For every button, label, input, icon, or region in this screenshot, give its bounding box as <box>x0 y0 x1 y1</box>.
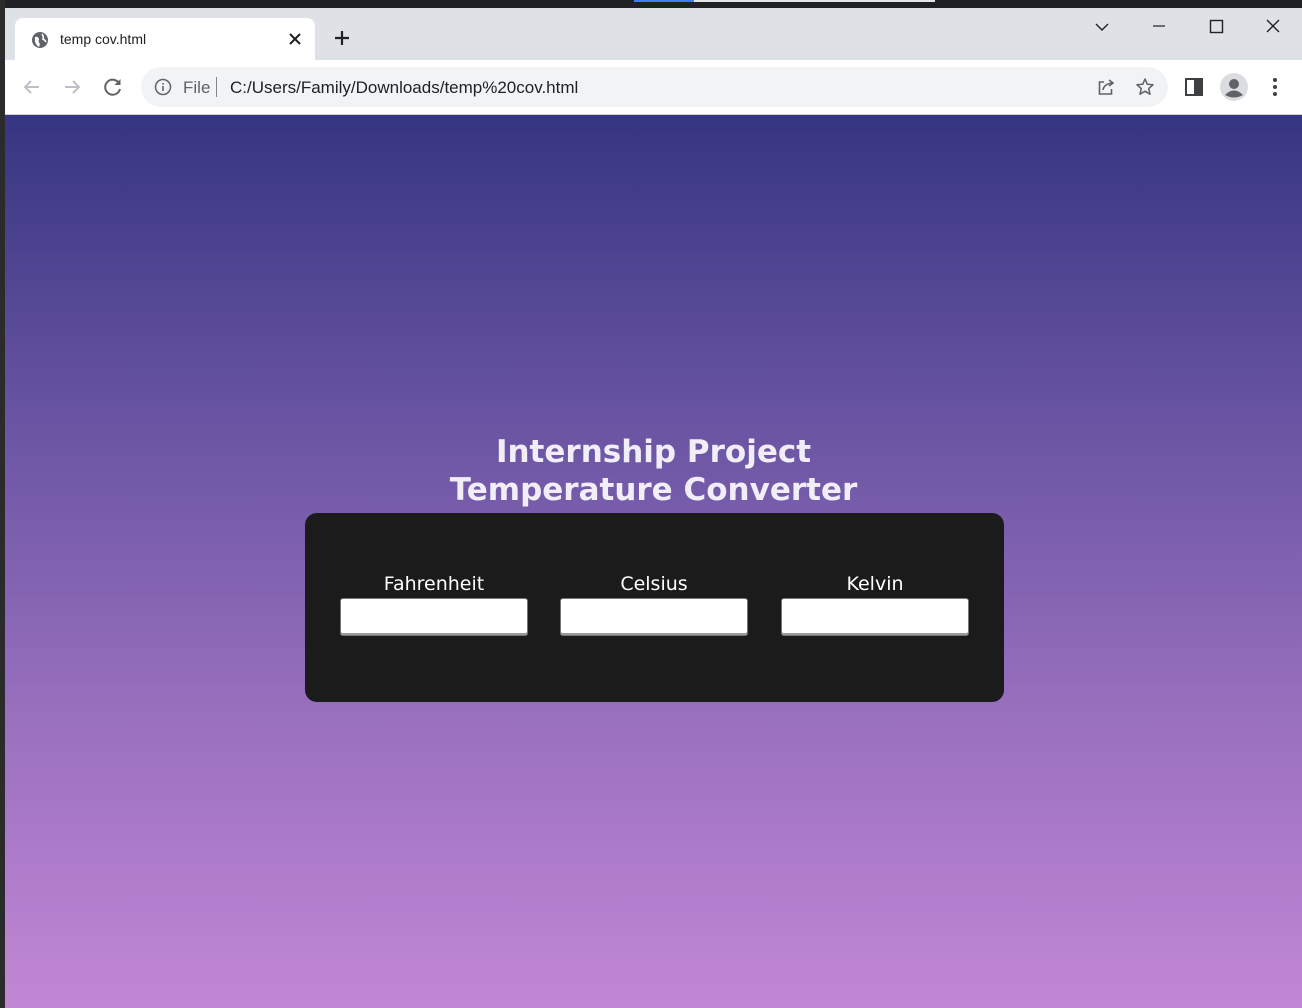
celsius-input[interactable] <box>560 598 748 636</box>
info-icon[interactable] <box>154 78 172 96</box>
celsius-label: Celsius <box>620 573 688 595</box>
back-icon[interactable] <box>20 75 44 99</box>
converter-card: Fahrenheit Celsius Kelvin <box>305 513 1004 702</box>
more-icon[interactable] <box>1263 75 1287 99</box>
reload-icon[interactable] <box>101 75 125 99</box>
tab-strip: temp cov.html <box>5 8 1302 60</box>
fahrenheit-label: Fahrenheit <box>383 573 485 595</box>
page-content: Internship Project Temperature Converter… <box>5 115 1302 1008</box>
background-window-accent <box>634 0 694 2</box>
url-text[interactable]: C:/Users/Family/Downloads/temp%20cov.htm… <box>230 78 578 98</box>
tab-temp-cov[interactable]: temp cov.html <box>15 18 315 60</box>
title-line-1: Internship Project <box>495 434 812 470</box>
minimize-icon[interactable] <box>1139 14 1179 44</box>
share-icon[interactable] <box>1096 77 1116 97</box>
page-title: Internship Project Temperature Converter <box>5 433 1302 509</box>
kelvin-input[interactable] <box>781 598 969 636</box>
kelvin-field: Kelvin <box>780 573 970 636</box>
fahrenheit-input[interactable] <box>340 598 528 636</box>
maximize-icon[interactable] <box>1196 14 1236 44</box>
kelvin-label: Kelvin <box>846 573 904 595</box>
address-bar[interactable]: File C:/Users/Family/Downloads/temp%20co… <box>141 67 1168 107</box>
title-line-2: Temperature Converter <box>449 472 858 508</box>
profile-icon[interactable] <box>1219 72 1249 102</box>
plus-icon[interactable] <box>330 26 354 50</box>
background-window-bar <box>694 0 935 2</box>
forward-icon[interactable] <box>60 75 84 99</box>
url-scheme: File <box>183 78 211 97</box>
tab-title: temp cov.html <box>60 31 147 47</box>
globe-icon <box>32 32 48 48</box>
browser-window: temp cov.html File C:/Users/Family/Downl… <box>5 8 1302 1008</box>
chevron-down-icon[interactable] <box>1082 14 1122 44</box>
celsius-field: Celsius <box>559 573 749 636</box>
fahrenheit-field: Fahrenheit <box>339 573 529 636</box>
toolbar: File C:/Users/Family/Downloads/temp%20co… <box>5 60 1302 115</box>
star-icon[interactable] <box>1135 77 1155 97</box>
background-window-strip <box>0 0 1302 8</box>
url-separator <box>216 77 217 97</box>
side-panel-icon[interactable] <box>1182 75 1206 99</box>
close-icon[interactable] <box>285 29 305 49</box>
window-close-icon[interactable] <box>1253 14 1293 44</box>
